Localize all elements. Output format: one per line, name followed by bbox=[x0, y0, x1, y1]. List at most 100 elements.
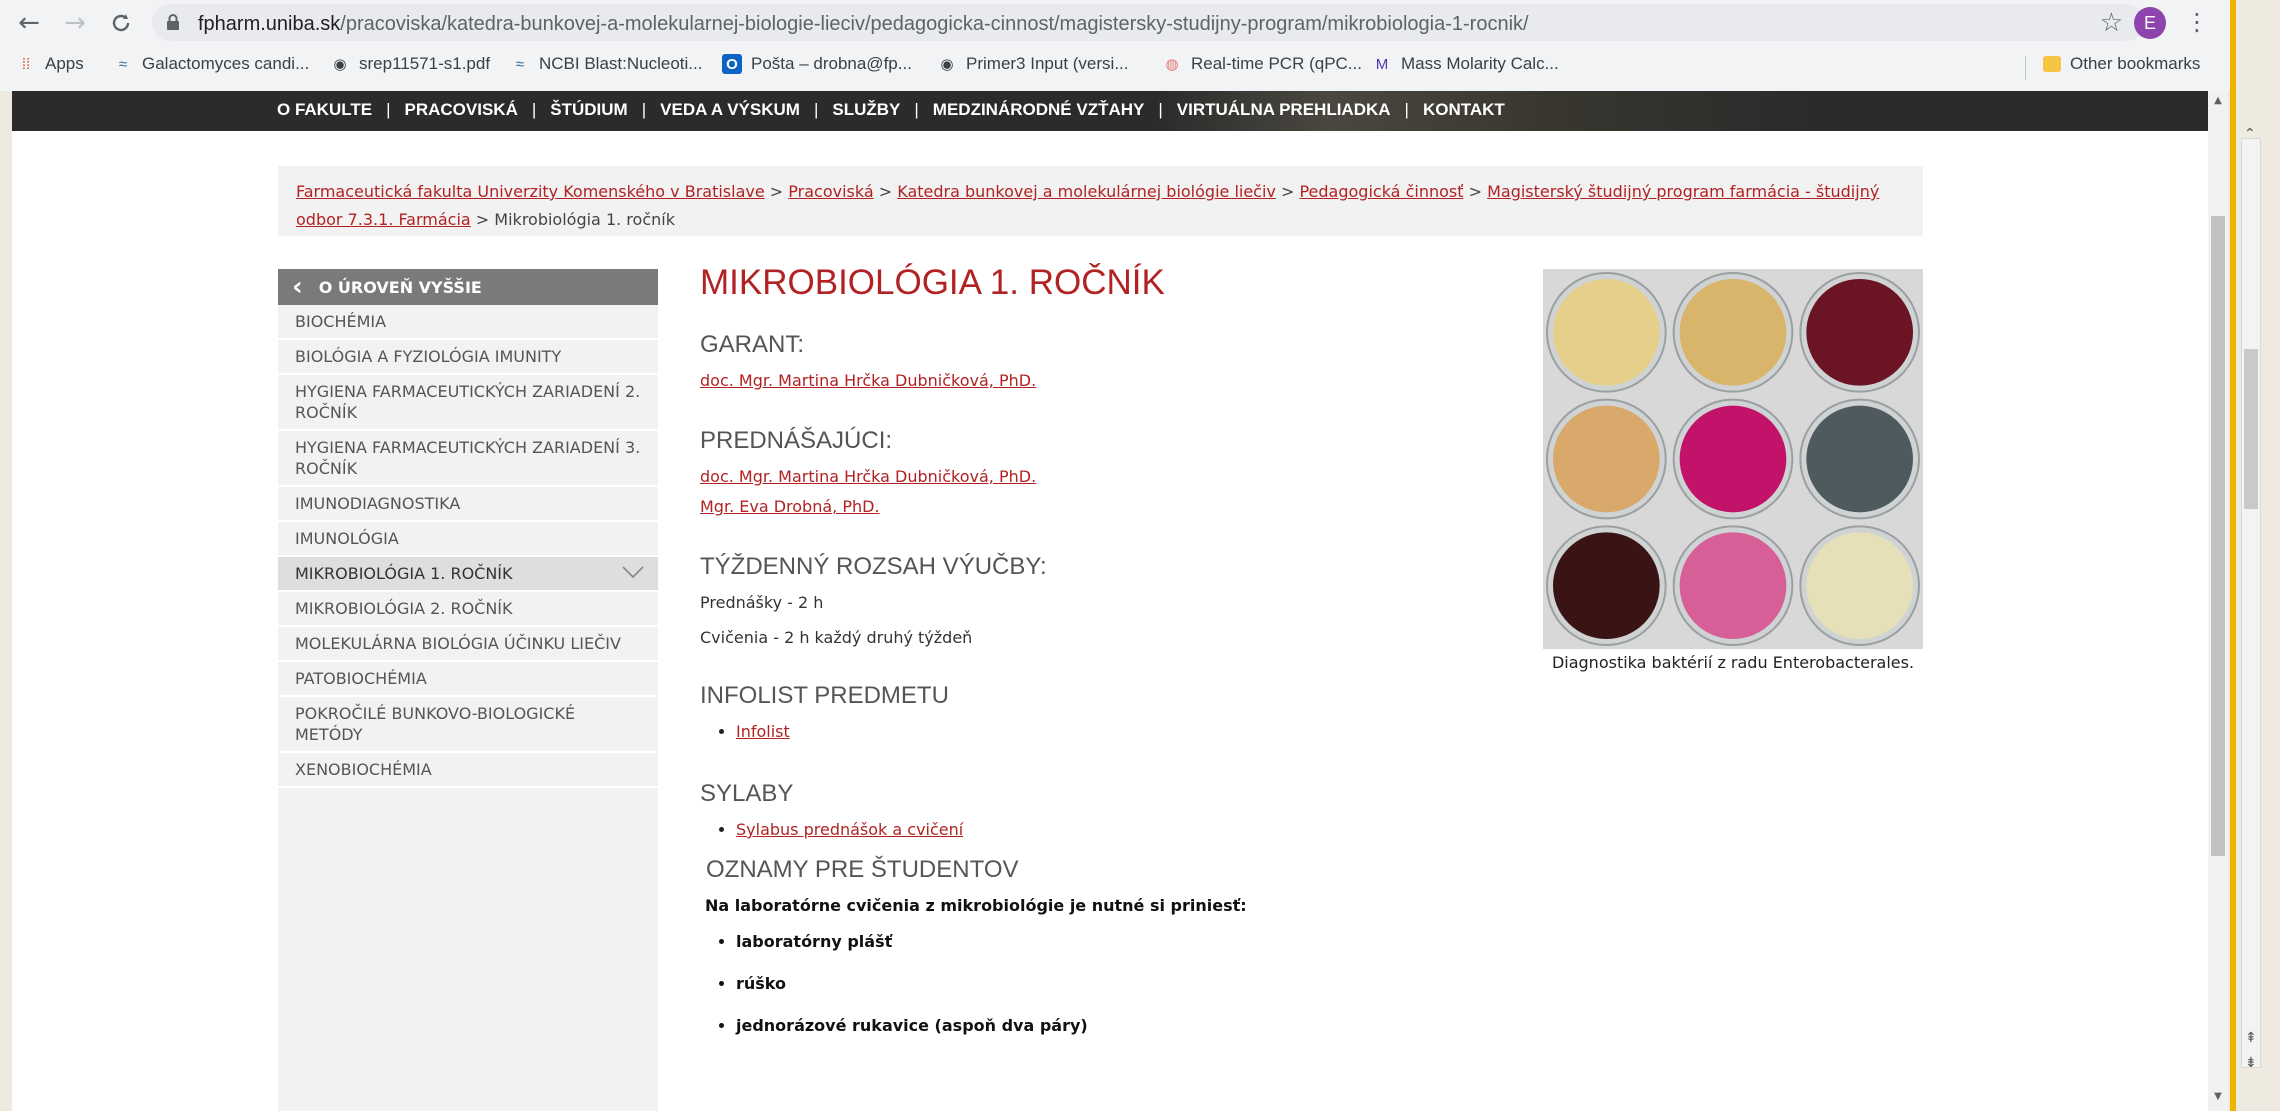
bookmark-item[interactable]: ◍ Real-time PCR (qPC... bbox=[1162, 54, 1362, 74]
breadcrumb: Farmaceutická fakulta Univerzity Komensk… bbox=[278, 166, 1923, 236]
top-nav-item[interactable]: PRACOVISKÁ bbox=[405, 100, 518, 120]
breadcrumb-separator: > bbox=[873, 182, 898, 201]
syllabus-link[interactable]: Sylabus prednášok a cvičení bbox=[736, 820, 963, 839]
sidebar-item-label: Imunodiagnostika bbox=[295, 494, 461, 513]
menu-kebab-icon[interactable]: ⋮ bbox=[2185, 8, 2209, 36]
syllabus-heading: SYLABY bbox=[700, 780, 794, 807]
bookmark-item[interactable]: ≈ NCBI Blast:Nucleoti... bbox=[510, 54, 703, 74]
sidebar-item-label: Hygiena farmaceutických zariadení 3. roč… bbox=[295, 438, 641, 478]
infolist-link[interactable]: Infolist bbox=[736, 722, 790, 741]
petri-dish-agar bbox=[1553, 279, 1660, 386]
sidebar-item[interactable]: Molekulárna biológia účinku liečiv bbox=[278, 627, 658, 662]
sidebar-back-link[interactable]: ‹ O ÚROVEŇ VYŠŠIE bbox=[278, 269, 658, 305]
chevron-left-icon: ‹ bbox=[292, 272, 303, 302]
breadcrumb-separator: > bbox=[1275, 182, 1300, 201]
bookmark-item[interactable]: ◉ Primer3 Input (versi... bbox=[937, 54, 1128, 74]
top-nav-item[interactable]: KONTAKT bbox=[1423, 100, 1505, 120]
page-scrollbar[interactable]: ▲ ▼ bbox=[2208, 91, 2228, 1111]
sidebar-item-label: Biológia a fyziológia imunity bbox=[295, 347, 562, 366]
bookmark-item[interactable]: ≈ Galactomyces candi... bbox=[113, 54, 309, 74]
sidebar-item[interactable]: Hygiena farmaceutických zariadení 2. roč… bbox=[278, 375, 658, 431]
sidebar-item[interactable]: Patobiochémia bbox=[278, 662, 658, 697]
lecturer-link-1[interactable]: doc. Mgr. Martina Hrčka Dubničková, PhD. bbox=[700, 467, 1036, 486]
bookmark-item[interactable]: ◉ srep11571-s1.pdf bbox=[330, 54, 490, 74]
breadcrumb-link[interactable]: Farmaceutická fakulta Univerzity Komensk… bbox=[296, 182, 765, 201]
top-nav-item[interactable]: MEDZINÁRODNÉ VZŤAHY bbox=[933, 100, 1145, 120]
bookmark-item[interactable]: ⁞⁞ Apps bbox=[16, 54, 84, 74]
sidebar-item[interactable]: Hygiena farmaceutických zariadení 3. roč… bbox=[278, 431, 658, 487]
notice-heading: OZNAMY PRE ŠTUDENTOV bbox=[706, 856, 1019, 883]
top-nav-item[interactable]: SLUŽBY bbox=[832, 100, 900, 120]
sidebar-item-label: Biochémia bbox=[295, 312, 387, 331]
outlook-icon: O bbox=[722, 54, 742, 74]
bookmark-item[interactable]: M Mass Molarity Calc... bbox=[1372, 54, 1559, 74]
top-nav-item[interactable]: ŠTÚDIUM bbox=[550, 100, 627, 120]
chevron-down-icon[interactable] bbox=[622, 565, 644, 579]
bookmark-label: Apps bbox=[45, 54, 84, 73]
figure-caption: Diagnostika baktérií z radu Enterobacter… bbox=[1551, 653, 1915, 672]
bookmark-separator bbox=[2025, 56, 2026, 80]
notice-item: rúško bbox=[736, 974, 1530, 994]
site-top-nav: O FAKULTE | PRACOVISKÁ | ŠTÚDIUM | VEDA A VÝSK… bbox=[12, 91, 2208, 131]
breadcrumb-link[interactable]: Pracoviská bbox=[788, 182, 873, 201]
chevron-up-icon[interactable]: ⌃ bbox=[2244, 126, 2256, 142]
sidebar-item-label: Molekulárna biológia účinku liečiv bbox=[295, 634, 621, 653]
breadcrumb-link[interactable]: Katedra bunkovej a molekulárnej biológie… bbox=[897, 182, 1276, 201]
petri-dish-agar bbox=[1679, 279, 1787, 386]
top-nav-list: O FAKULTE | PRACOVISKÁ | ŠTÚDIUM | VEDA A VÝSK… bbox=[277, 100, 1505, 120]
side-panel-scroll-thumb[interactable] bbox=[2244, 349, 2258, 509]
nav-separator: | bbox=[386, 100, 391, 119]
garant-link[interactable]: doc. Mgr. Martina Hrčka Dubničková, PhD. bbox=[700, 371, 1036, 390]
globe-icon: ◉ bbox=[333, 56, 347, 73]
breadcrumb-link[interactable]: Pedagogická činnosť bbox=[1299, 182, 1463, 201]
breadcrumb-separator: > bbox=[764, 182, 789, 201]
sidebar-item-label: Patobiochémia bbox=[295, 669, 427, 688]
browser-chrome: ← → fpharm.uniba.sk/pracoviska/katedra-b… bbox=[0, 0, 2230, 91]
breadcrumb-current: Mikrobiológia 1. ročník bbox=[494, 210, 675, 229]
profile-avatar[interactable]: E bbox=[2134, 7, 2166, 39]
pcr-icon: ◍ bbox=[1165, 56, 1179, 73]
sidebar-item-label: Mikrobiológia 1. ročník bbox=[295, 564, 513, 583]
page-title: MIKROBIOLÓGIA 1. ROČNÍK bbox=[700, 263, 1165, 302]
ncbi-icon: ≈ bbox=[118, 55, 128, 73]
sidebar-item[interactable]: Mikrobiológia 1. ročník bbox=[278, 557, 658, 592]
top-nav-item[interactable]: O FAKULTE bbox=[277, 100, 372, 120]
garant-heading: GARANT: bbox=[700, 331, 805, 358]
nav-separator: | bbox=[1404, 100, 1409, 119]
sidebar-item[interactable]: Mikrobiológia 2. ročník bbox=[278, 592, 658, 627]
address-bar[interactable]: fpharm.uniba.sk/pracoviska/katedra-bunko… bbox=[152, 4, 2145, 41]
scrollbar-thumb[interactable] bbox=[2211, 216, 2225, 856]
reload-icon[interactable] bbox=[104, 6, 138, 40]
sidebar-item-label: Hygiena farmaceutických zariadení 2. roč… bbox=[295, 382, 641, 422]
top-nav-item[interactable]: VEDA A VÝSKUM bbox=[660, 100, 800, 120]
nav-separator: | bbox=[914, 100, 919, 119]
sidebar-item[interactable]: Pokročilé bunkovo-biologické metódy bbox=[278, 697, 658, 753]
petri-dish-agar bbox=[1806, 532, 1913, 639]
nav-separator: | bbox=[1158, 100, 1163, 119]
page-up-icon[interactable]: ⇞ bbox=[2245, 1030, 2257, 1046]
scroll-up-icon[interactable]: ▲ bbox=[2211, 95, 2225, 109]
nav-separator: | bbox=[531, 100, 537, 119]
other-bookmarks-folder[interactable]: Other bookmarks bbox=[2025, 54, 2200, 80]
lock-icon bbox=[166, 14, 180, 30]
forward-arrow-icon[interactable]: → bbox=[58, 6, 92, 40]
sidebar-item[interactable]: Imunológia bbox=[278, 522, 658, 557]
sidebar-item[interactable]: Biológia a fyziológia imunity bbox=[278, 340, 658, 375]
scope-heading: TÝŽDENNÝ ROZSAH VÝUČBY: bbox=[700, 553, 1047, 580]
sidebar-item[interactable]: Biochémia bbox=[278, 305, 658, 340]
bookmark-label: NCBI Blast:Nucleoti... bbox=[539, 54, 703, 73]
top-nav-item[interactable]: VIRTUÁLNA PREHLIADKA bbox=[1177, 100, 1391, 120]
sidebar-item[interactable]: Xenobiochémia bbox=[278, 753, 658, 788]
figure: Diagnostika baktérií z radu Enterobacter… bbox=[1543, 269, 1923, 672]
side-panel-scrollbar[interactable] bbox=[2241, 138, 2261, 1068]
url-path: /pracoviska/katedra-bunkovej-a-molekular… bbox=[340, 13, 1529, 35]
page-down-icon[interactable]: ⇟ bbox=[2245, 1055, 2257, 1071]
breadcrumb-separator: > bbox=[470, 210, 495, 229]
scroll-down-icon[interactable]: ▼ bbox=[2211, 1091, 2225, 1105]
lecturer-link-2[interactable]: Mgr. Eva Drobná, PhD. bbox=[700, 497, 880, 516]
bookmark-star-icon[interactable]: ☆ bbox=[2100, 8, 2123, 38]
bookmark-item[interactable]: O Pošta – drobna@fp... bbox=[722, 54, 912, 74]
folder-icon bbox=[2043, 56, 2061, 72]
sidebar-item[interactable]: Imunodiagnostika bbox=[278, 487, 658, 522]
back-arrow-icon[interactable]: ← bbox=[12, 6, 46, 40]
